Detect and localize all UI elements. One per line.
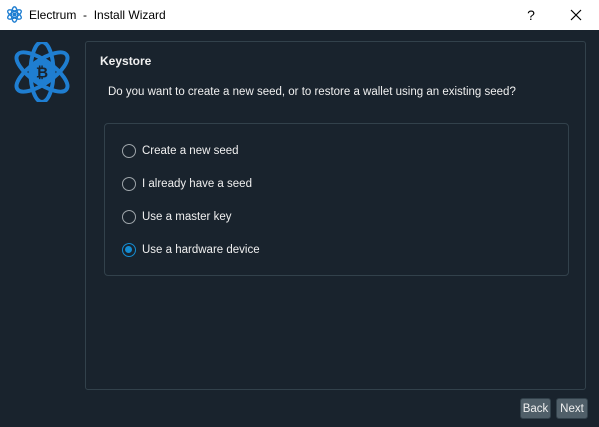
- help-label: ?: [527, 7, 535, 23]
- back-button[interactable]: Back: [520, 398, 551, 419]
- radio-button-selected[interactable]: [122, 243, 136, 257]
- title-separator: -: [83, 8, 88, 22]
- option-have-seed[interactable]: I already have a seed: [122, 175, 252, 193]
- electrum-bitcoin-atom-logo: ₿: [14, 42, 70, 102]
- option-hardware-device[interactable]: Use a hardware device: [122, 241, 260, 259]
- title-bar: Electrum - Install Wizard ?: [0, 0, 599, 30]
- wizard-title: Install Wizard: [93, 8, 166, 22]
- option-master-key[interactable]: Use a master key: [122, 208, 231, 226]
- keystore-question: Do you want to create a new seed, or to …: [108, 86, 516, 98]
- keystore-panel: Keystore Do you want to create a new see…: [85, 41, 586, 390]
- option-label: Use a hardware device: [142, 244, 260, 256]
- panel-title: Keystore: [100, 54, 152, 68]
- next-button[interactable]: Next: [556, 398, 588, 419]
- close-button[interactable]: [554, 0, 598, 30]
- radio-button[interactable]: [122, 144, 136, 158]
- option-label: Create a new seed: [142, 145, 239, 157]
- keystore-options-group: Create a new seed I already have a seed …: [104, 123, 569, 276]
- option-label: Use a master key: [142, 211, 232, 223]
- close-icon: [570, 9, 582, 21]
- option-create-new-seed[interactable]: Create a new seed: [122, 142, 239, 160]
- option-label: I already have a seed: [142, 178, 252, 190]
- app-name: Electrum: [29, 8, 77, 22]
- install-wizard-window: Electrum - Install Wizard ? ₿ Keystore D…: [0, 0, 599, 427]
- electrum-app-icon: [7, 6, 22, 23]
- help-button[interactable]: ?: [509, 0, 553, 30]
- radio-button[interactable]: [122, 177, 136, 191]
- bitcoin-symbol: ₿: [36, 64, 48, 82]
- window-title: Electrum - Install Wizard: [29, 8, 166, 22]
- radio-button[interactable]: [122, 210, 136, 224]
